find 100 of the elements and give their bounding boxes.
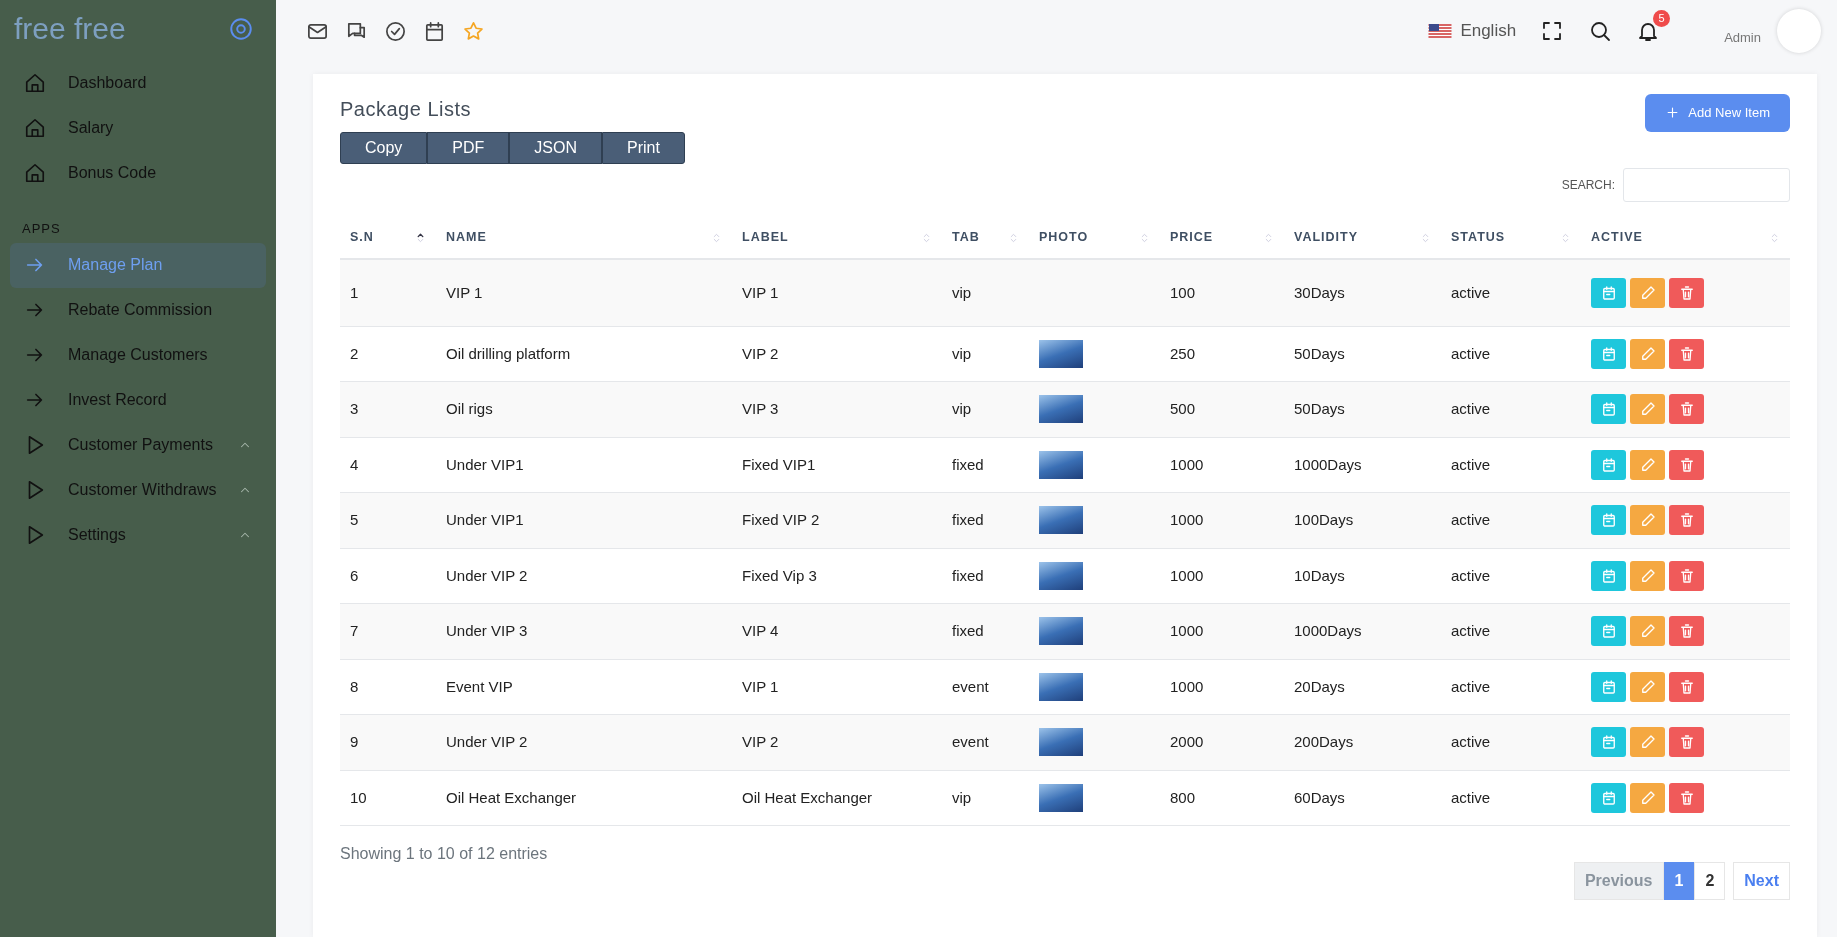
search-field[interactable]	[1623, 168, 1790, 202]
edit-button[interactable]	[1630, 782, 1665, 813]
edit-button[interactable]	[1630, 277, 1665, 308]
table-cell: 1000	[1170, 622, 1204, 639]
search-icon[interactable]	[1588, 19, 1613, 43]
search-label: SEARCH:	[1561, 177, 1615, 194]
view-button[interactable]	[1591, 671, 1626, 702]
edit-button[interactable]	[1630, 505, 1665, 535]
table-cell: Oil Heat Exchanger	[742, 788, 873, 806]
next-button[interactable]: Next	[1733, 862, 1790, 900]
table-cell: active	[1451, 788, 1491, 806]
view-button[interactable]	[1591, 782, 1626, 813]
table-cell: Under VIP1	[446, 455, 524, 473]
user-role: Admin	[1724, 29, 1761, 48]
table-cell: Oil rigs	[446, 400, 493, 417]
table-cell: 250	[1170, 344, 1196, 362]
delete-button[interactable]	[1669, 394, 1704, 424]
export-button[interactable]: Print	[602, 132, 685, 164]
star-icon[interactable]	[462, 19, 485, 43]
table-cell: event	[952, 677, 989, 695]
calendar-icon[interactable]	[423, 19, 446, 43]
delete-button[interactable]	[1669, 449, 1704, 480]
edit-button[interactable]	[1630, 616, 1665, 646]
table-cell: 10	[350, 788, 367, 806]
table-cell: VIP 2	[742, 344, 779, 362]
language-selector[interactable]: English	[1460, 18, 1517, 44]
delete-button[interactable]	[1669, 505, 1704, 535]
table-cell: Oil Heat Exchanger	[446, 788, 577, 806]
view-button[interactable]	[1591, 394, 1626, 424]
table-cell: 6	[350, 566, 359, 584]
table-cell: fixed	[952, 622, 984, 639]
photo-placeholder	[1039, 339, 1083, 368]
table-cell: vip	[952, 283, 972, 301]
check-circle-icon[interactable]	[384, 19, 407, 43]
view-button[interactable]	[1591, 449, 1626, 480]
photo-placeholder	[1039, 728, 1083, 757]
delete-button[interactable]	[1669, 782, 1704, 813]
table-cell: 1000	[1170, 511, 1204, 528]
edit-button[interactable]	[1630, 449, 1665, 480]
table-cell: Fixed VIP 2	[742, 511, 820, 528]
delete-button[interactable]	[1669, 277, 1704, 308]
page-button[interactable]: 2	[1694, 862, 1726, 900]
table-cell: 10Days	[1294, 566, 1345, 584]
table-cell: 20Days	[1294, 677, 1345, 695]
delete-button[interactable]	[1669, 671, 1704, 702]
photo-placeholder	[1039, 506, 1083, 535]
table-cell: 2	[350, 344, 359, 362]
table-cell: 500	[1170, 400, 1196, 417]
table-cell: active	[1451, 733, 1491, 750]
table-cell: vip	[952, 400, 972, 417]
table-cell: active	[1451, 400, 1491, 417]
table-cell: Under VIP1	[446, 511, 524, 528]
table-cell: 100	[1170, 283, 1196, 301]
table-cell: active	[1451, 344, 1491, 362]
view-button[interactable]	[1591, 727, 1626, 757]
table-cell: 30Days	[1294, 283, 1345, 301]
photo-placeholder	[1039, 395, 1083, 424]
edit-button[interactable]	[1630, 338, 1665, 369]
page-title: Package Lists	[340, 97, 472, 122]
photo-placeholder	[1039, 450, 1083, 479]
table-cell: 1000Days	[1294, 455, 1362, 473]
table-cell: VIP 4	[742, 622, 779, 639]
table-cell: 50Days	[1294, 400, 1345, 417]
view-button[interactable]	[1591, 277, 1626, 308]
table-cell: 60Days	[1294, 788, 1345, 806]
edit-button[interactable]	[1630, 394, 1665, 424]
export-button[interactable]: PDF	[427, 132, 510, 164]
table-cell: VIP 3	[742, 400, 779, 417]
table-cell: 9	[350, 733, 359, 750]
export-button[interactable]: Copy	[340, 132, 428, 164]
table-cell: 200Days	[1294, 733, 1354, 750]
export-button[interactable]: JSON	[509, 132, 603, 164]
table-cell: 1000	[1170, 566, 1204, 584]
table-cell: 1000	[1170, 455, 1204, 473]
table-cell: 1000	[1170, 677, 1204, 695]
photo-placeholder	[1039, 672, 1083, 701]
avatar[interactable]	[1777, 9, 1821, 53]
table-cell: fixed	[952, 566, 984, 584]
view-button[interactable]	[1591, 505, 1626, 535]
edit-button[interactable]	[1630, 560, 1665, 591]
table-cell: active	[1451, 566, 1491, 584]
view-button[interactable]	[1591, 338, 1626, 369]
table-cell: 100Days	[1294, 511, 1354, 528]
table-cell: 7	[350, 622, 359, 639]
view-button[interactable]	[1591, 616, 1626, 646]
delete-button[interactable]	[1669, 616, 1704, 646]
edit-button[interactable]	[1630, 727, 1665, 757]
table-cell: Fixed VIP1	[742, 455, 816, 473]
edit-button[interactable]	[1630, 671, 1665, 702]
plus-icon	[1665, 105, 1681, 121]
entries-info: Showing 1 to 10 of 12 entries	[340, 844, 548, 864]
table-cell: VIP 1	[446, 283, 483, 301]
table-cell: Oil drilling platform	[446, 344, 571, 362]
table-cell: 5	[350, 511, 359, 528]
delete-button[interactable]	[1669, 560, 1704, 591]
delete-button[interactable]	[1669, 727, 1704, 757]
photo-placeholder	[1039, 783, 1083, 812]
delete-button[interactable]	[1669, 338, 1704, 369]
view-button[interactable]	[1591, 560, 1626, 591]
target-icon[interactable]	[228, 16, 254, 42]
